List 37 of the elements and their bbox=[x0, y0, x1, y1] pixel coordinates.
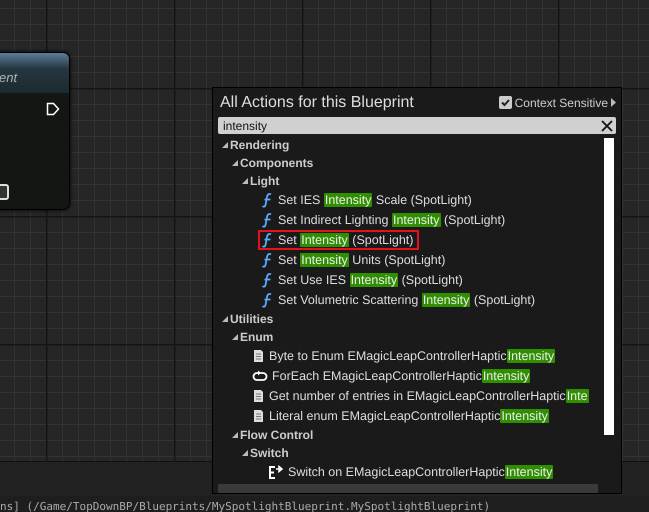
category-row[interactable]: Utilities bbox=[218, 310, 598, 328]
action-item[interactable]: Literal enum EMagicLeapControllerHapticIntensity bbox=[248, 406, 555, 426]
function-icon bbox=[262, 232, 274, 248]
expand-arrow-icon[interactable] bbox=[611, 98, 616, 107]
action-item[interactable]: Set Intensity Units (SpotLight) bbox=[258, 250, 452, 270]
function-icon bbox=[262, 192, 274, 208]
action-item[interactable]: Set Volumetric Scattering Intensity (SpotLight) bbox=[258, 290, 542, 310]
action-item[interactable]: Set Use IES Intensity (SpotLight) bbox=[258, 270, 469, 290]
action-item[interactable]: Get number of entries in EMagicLeapControllerHapticInte bbox=[248, 386, 595, 406]
document-icon bbox=[252, 409, 265, 423]
clear-icon[interactable] bbox=[601, 120, 613, 132]
document-icon bbox=[252, 389, 265, 403]
action-item[interactable]: Set IES Intensity Scale (SpotLight) bbox=[258, 190, 478, 210]
menu-title: All Actions for this Blueprint bbox=[219, 94, 414, 112]
scrollbar-thumb[interactable] bbox=[604, 138, 614, 435]
action-item[interactable]: Byte to Enum EMagicLeapControllerHapticIntensity bbox=[248, 346, 562, 366]
action-item[interactable]: Set Intensity (SpotLight) bbox=[258, 230, 420, 250]
action-item[interactable]: ForEach EMagicLeapControllerHapticIntensity bbox=[248, 366, 536, 386]
function-icon bbox=[262, 272, 274, 288]
function-icon bbox=[262, 292, 274, 308]
status-path: ns] (/Game/TopDownBP/Blueprints/MySpotlightBlueprint.MySpotlightBlueprint) bbox=[0, 500, 490, 512]
switch-icon bbox=[268, 464, 284, 480]
action-item[interactable]: Set Indirect Lighting Intensity (SpotLight) bbox=[258, 210, 512, 230]
function-icon bbox=[262, 252, 274, 268]
category-row[interactable]: Rendering bbox=[218, 136, 598, 154]
category-row[interactable]: Light bbox=[218, 172, 598, 190]
document-icon bbox=[252, 349, 265, 363]
exec-pin-icon[interactable] bbox=[46, 102, 60, 116]
loop-icon bbox=[252, 370, 268, 382]
category-row[interactable]: Switch bbox=[218, 444, 598, 462]
function-icon bbox=[262, 212, 274, 228]
category-row[interactable]: Components bbox=[218, 154, 598, 172]
search-field[interactable]: intensity bbox=[218, 117, 616, 134]
check-icon bbox=[500, 97, 511, 108]
category-row[interactable]: Flow Control bbox=[218, 426, 598, 444]
category-row[interactable]: Enum bbox=[218, 328, 598, 346]
context-sensitive-checkbox[interactable]: Context Sensitive bbox=[498, 96, 616, 110]
